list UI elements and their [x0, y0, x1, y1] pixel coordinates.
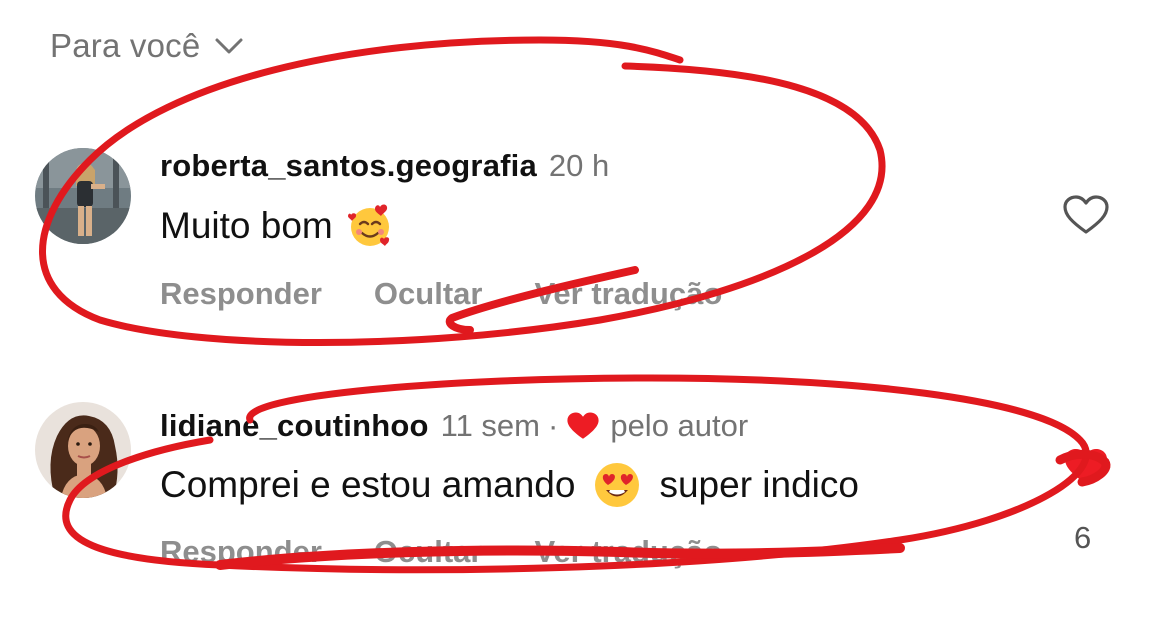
username[interactable]: lidiane_coutinhoo	[160, 408, 429, 444]
liked-by-author-badge: pelo autor	[566, 408, 748, 444]
comment-item: lidiane_coutinhoo 11 sem · pelo autor Co…	[0, 0, 1170, 631]
comment-text-before: Comprei e estou amando	[160, 464, 576, 505]
heart-icon	[567, 412, 599, 439]
like-count: 6	[1074, 520, 1092, 555]
comment-header: lidiane_coutinhoo 11 sem · pelo autor	[160, 406, 748, 446]
like-button[interactable]	[1062, 446, 1110, 488]
reply-button[interactable]: Responder	[160, 534, 322, 570]
comment-text: Comprei e estou amando super indico	[160, 461, 859, 509]
avatar[interactable]	[35, 402, 131, 498]
hide-button[interactable]: Ocultar	[374, 534, 483, 570]
timestamp: 11 sem	[440, 408, 540, 443]
comment-actions: Responder Ocultar Ver tradução	[160, 534, 722, 570]
translate-button[interactable]: Ver tradução	[534, 534, 722, 570]
heart-eyes-icon	[593, 461, 641, 509]
liked-by-author-text: pelo autor	[610, 408, 749, 443]
comment-text-after: super indico	[659, 464, 859, 505]
separator-dot: ·	[548, 408, 559, 443]
